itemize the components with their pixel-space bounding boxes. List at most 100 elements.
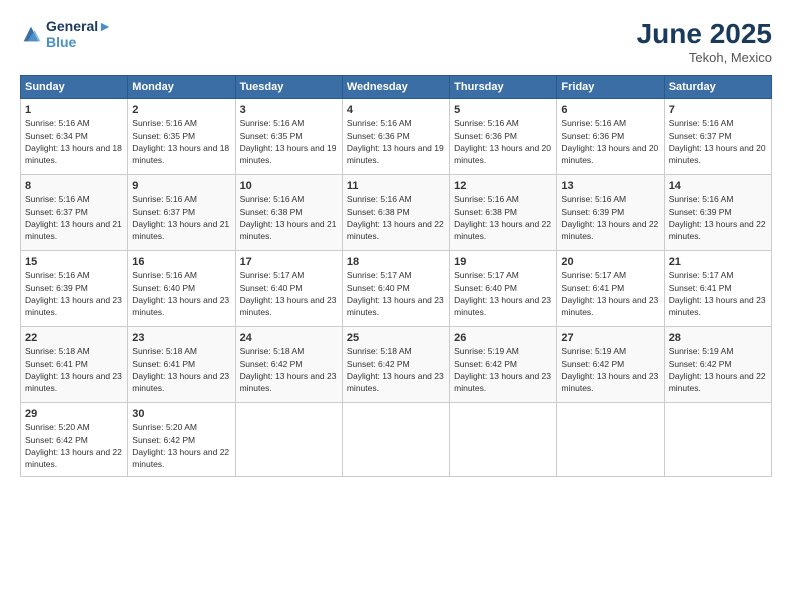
- calendar-cell: 19Sunrise: 5:17 AMSunset: 6:40 PMDayligh…: [450, 251, 557, 327]
- calendar-cell: 13Sunrise: 5:16 AMSunset: 6:39 PMDayligh…: [557, 175, 664, 251]
- day-info: Sunrise: 5:16 AMSunset: 6:34 PMDaylight:…: [25, 118, 122, 165]
- day-info: Sunrise: 5:16 AMSunset: 6:37 PMDaylight:…: [25, 194, 122, 241]
- calendar-cell: 1Sunrise: 5:16 AMSunset: 6:34 PMDaylight…: [21, 99, 128, 175]
- day-number: 15: [25, 255, 123, 269]
- col-header-sunday: Sunday: [21, 76, 128, 99]
- calendar-cell: 9Sunrise: 5:16 AMSunset: 6:37 PMDaylight…: [128, 175, 235, 251]
- day-info: Sunrise: 5:16 AMSunset: 6:39 PMDaylight:…: [25, 270, 122, 317]
- day-number: 11: [347, 179, 445, 193]
- calendar-cell: 18Sunrise: 5:17 AMSunset: 6:40 PMDayligh…: [342, 251, 449, 327]
- day-info: Sunrise: 5:17 AMSunset: 6:41 PMDaylight:…: [561, 270, 658, 317]
- day-number: 16: [132, 255, 230, 269]
- calendar-cell: 3Sunrise: 5:16 AMSunset: 6:35 PMDaylight…: [235, 99, 342, 175]
- day-info: Sunrise: 5:17 AMSunset: 6:40 PMDaylight:…: [454, 270, 551, 317]
- day-number: 5: [454, 103, 552, 117]
- day-number: 14: [669, 179, 767, 193]
- calendar-cell: 20Sunrise: 5:17 AMSunset: 6:41 PMDayligh…: [557, 251, 664, 327]
- day-info: Sunrise: 5:19 AMSunset: 6:42 PMDaylight:…: [454, 346, 551, 393]
- day-info: Sunrise: 5:16 AMSunset: 6:36 PMDaylight:…: [454, 118, 551, 165]
- day-info: Sunrise: 5:16 AMSunset: 6:39 PMDaylight:…: [669, 194, 766, 241]
- calendar-cell: 30Sunrise: 5:20 AMSunset: 6:42 PMDayligh…: [128, 403, 235, 477]
- col-header-thursday: Thursday: [450, 76, 557, 99]
- calendar-cell: 6Sunrise: 5:16 AMSunset: 6:36 PMDaylight…: [557, 99, 664, 175]
- day-info: Sunrise: 5:17 AMSunset: 6:40 PMDaylight:…: [240, 270, 337, 317]
- calendar-cell: 16Sunrise: 5:16 AMSunset: 6:40 PMDayligh…: [128, 251, 235, 327]
- day-number: 21: [669, 255, 767, 269]
- calendar-table: SundayMondayTuesdayWednesdayThursdayFrid…: [20, 75, 772, 477]
- col-header-monday: Monday: [128, 76, 235, 99]
- day-info: Sunrise: 5:17 AMSunset: 6:41 PMDaylight:…: [669, 270, 766, 317]
- day-info: Sunrise: 5:16 AMSunset: 6:36 PMDaylight:…: [347, 118, 444, 165]
- calendar-week-row: 15Sunrise: 5:16 AMSunset: 6:39 PMDayligh…: [21, 251, 772, 327]
- day-info: Sunrise: 5:16 AMSunset: 6:38 PMDaylight:…: [454, 194, 551, 241]
- day-info: Sunrise: 5:18 AMSunset: 6:41 PMDaylight:…: [132, 346, 229, 393]
- day-number: 17: [240, 255, 338, 269]
- calendar-cell: 25Sunrise: 5:18 AMSunset: 6:42 PMDayligh…: [342, 327, 449, 403]
- calendar-cell: 7Sunrise: 5:16 AMSunset: 6:37 PMDaylight…: [664, 99, 771, 175]
- day-number: 23: [132, 331, 230, 345]
- calendar-cell: 14Sunrise: 5:16 AMSunset: 6:39 PMDayligh…: [664, 175, 771, 251]
- day-info: Sunrise: 5:16 AMSunset: 6:35 PMDaylight:…: [240, 118, 337, 165]
- day-number: 19: [454, 255, 552, 269]
- day-number: 28: [669, 331, 767, 345]
- day-info: Sunrise: 5:16 AMSunset: 6:35 PMDaylight:…: [132, 118, 229, 165]
- day-info: Sunrise: 5:16 AMSunset: 6:40 PMDaylight:…: [132, 270, 229, 317]
- title-block: June 2025 Tekoh, Mexico: [637, 18, 772, 65]
- calendar-cell: 28Sunrise: 5:19 AMSunset: 6:42 PMDayligh…: [664, 327, 771, 403]
- day-number: 1: [25, 103, 123, 117]
- day-number: 22: [25, 331, 123, 345]
- calendar-cell: 23Sunrise: 5:18 AMSunset: 6:41 PMDayligh…: [128, 327, 235, 403]
- calendar-week-row: 1Sunrise: 5:16 AMSunset: 6:34 PMDaylight…: [21, 99, 772, 175]
- calendar-cell: 5Sunrise: 5:16 AMSunset: 6:36 PMDaylight…: [450, 99, 557, 175]
- day-number: 8: [25, 179, 123, 193]
- calendar-cell: [557, 403, 664, 477]
- calendar-cell: [342, 403, 449, 477]
- day-number: 3: [240, 103, 338, 117]
- day-number: 25: [347, 331, 445, 345]
- day-number: 20: [561, 255, 659, 269]
- calendar-cell: 24Sunrise: 5:18 AMSunset: 6:42 PMDayligh…: [235, 327, 342, 403]
- calendar-cell: 2Sunrise: 5:16 AMSunset: 6:35 PMDaylight…: [128, 99, 235, 175]
- day-number: 6: [561, 103, 659, 117]
- col-header-saturday: Saturday: [664, 76, 771, 99]
- logo: General► Blue: [20, 18, 112, 50]
- col-header-wednesday: Wednesday: [342, 76, 449, 99]
- day-info: Sunrise: 5:16 AMSunset: 6:37 PMDaylight:…: [132, 194, 229, 241]
- calendar-cell: 27Sunrise: 5:19 AMSunset: 6:42 PMDayligh…: [557, 327, 664, 403]
- day-number: 29: [25, 407, 123, 421]
- day-number: 18: [347, 255, 445, 269]
- calendar-cell: 11Sunrise: 5:16 AMSunset: 6:38 PMDayligh…: [342, 175, 449, 251]
- day-info: Sunrise: 5:18 AMSunset: 6:42 PMDaylight:…: [347, 346, 444, 393]
- day-info: Sunrise: 5:20 AMSunset: 6:42 PMDaylight:…: [25, 422, 122, 469]
- calendar-cell: 22Sunrise: 5:18 AMSunset: 6:41 PMDayligh…: [21, 327, 128, 403]
- calendar-cell: 21Sunrise: 5:17 AMSunset: 6:41 PMDayligh…: [664, 251, 771, 327]
- calendar-cell: [450, 403, 557, 477]
- day-number: 27: [561, 331, 659, 345]
- day-number: 24: [240, 331, 338, 345]
- col-header-tuesday: Tuesday: [235, 76, 342, 99]
- day-number: 9: [132, 179, 230, 193]
- logo-text: General► Blue: [46, 18, 112, 50]
- day-number: 10: [240, 179, 338, 193]
- day-info: Sunrise: 5:17 AMSunset: 6:40 PMDaylight:…: [347, 270, 444, 317]
- calendar-week-row: 29Sunrise: 5:20 AMSunset: 6:42 PMDayligh…: [21, 403, 772, 477]
- day-info: Sunrise: 5:16 AMSunset: 6:39 PMDaylight:…: [561, 194, 658, 241]
- day-info: Sunrise: 5:16 AMSunset: 6:38 PMDaylight:…: [240, 194, 337, 241]
- day-info: Sunrise: 5:16 AMSunset: 6:37 PMDaylight:…: [669, 118, 766, 165]
- calendar-week-row: 22Sunrise: 5:18 AMSunset: 6:41 PMDayligh…: [21, 327, 772, 403]
- calendar-cell: 12Sunrise: 5:16 AMSunset: 6:38 PMDayligh…: [450, 175, 557, 251]
- day-info: Sunrise: 5:16 AMSunset: 6:38 PMDaylight:…: [347, 194, 444, 241]
- calendar-cell: 4Sunrise: 5:16 AMSunset: 6:36 PMDaylight…: [342, 99, 449, 175]
- month-title: June 2025: [637, 18, 772, 50]
- calendar-cell: 29Sunrise: 5:20 AMSunset: 6:42 PMDayligh…: [21, 403, 128, 477]
- day-info: Sunrise: 5:18 AMSunset: 6:41 PMDaylight:…: [25, 346, 122, 393]
- page: General► Blue June 2025 Tekoh, Mexico Su…: [0, 0, 792, 612]
- calendar-cell: 10Sunrise: 5:16 AMSunset: 6:38 PMDayligh…: [235, 175, 342, 251]
- day-info: Sunrise: 5:16 AMSunset: 6:36 PMDaylight:…: [561, 118, 658, 165]
- day-number: 4: [347, 103, 445, 117]
- day-info: Sunrise: 5:19 AMSunset: 6:42 PMDaylight:…: [669, 346, 766, 393]
- day-info: Sunrise: 5:20 AMSunset: 6:42 PMDaylight:…: [132, 422, 229, 469]
- day-info: Sunrise: 5:19 AMSunset: 6:42 PMDaylight:…: [561, 346, 658, 393]
- calendar-cell: 8Sunrise: 5:16 AMSunset: 6:37 PMDaylight…: [21, 175, 128, 251]
- day-number: 30: [132, 407, 230, 421]
